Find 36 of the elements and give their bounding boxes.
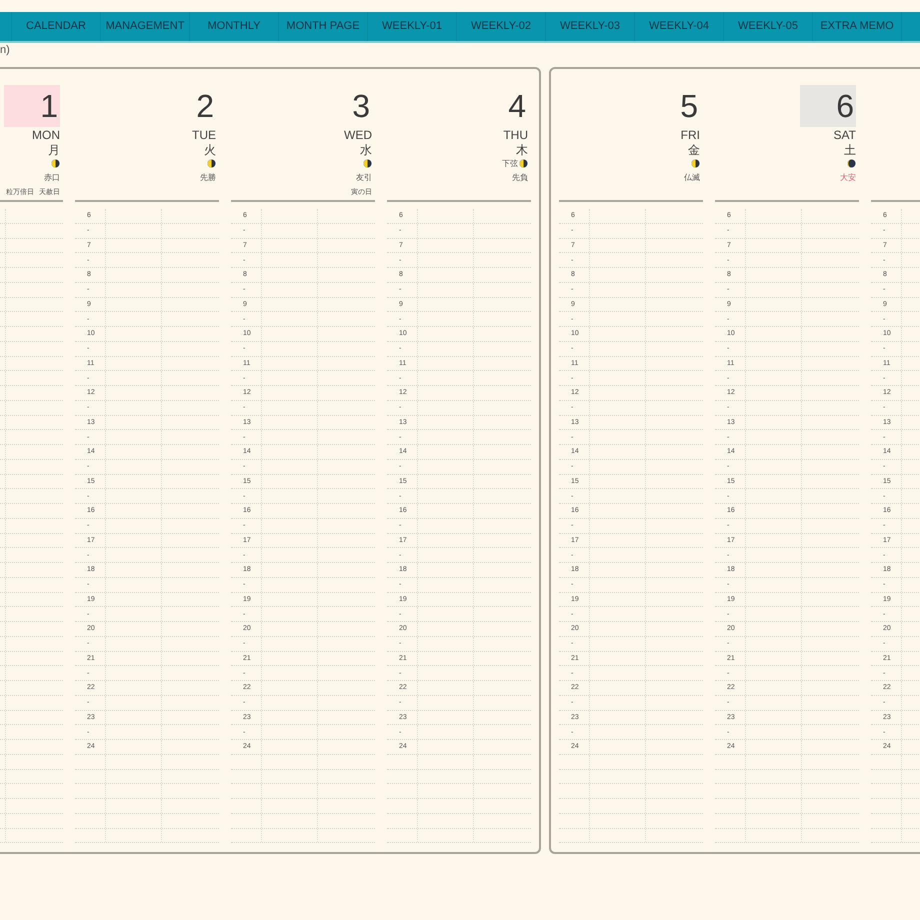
rokuyo-label: 大安	[840, 172, 856, 184]
nav-tab[interactable]: WEEKLY-03	[546, 12, 635, 41]
nav-tab[interactable]: MANAGEMENT	[101, 12, 190, 41]
date-number: 4	[507, 87, 527, 126]
weekday-kanji: 木	[516, 143, 528, 157]
nav-tab[interactable]: WEEKLY-04	[635, 12, 724, 41]
date-number: 6	[800, 85, 856, 127]
weekday-label: FRI	[680, 128, 700, 143]
weekday-label: THU	[503, 128, 528, 143]
nav-tab[interactable]: WEEKLY-02	[457, 12, 546, 41]
weekday-label: MON	[32, 128, 60, 143]
date-number: 3	[351, 87, 371, 126]
weekday-label: WED	[344, 128, 372, 143]
date-number: 5	[679, 87, 699, 126]
nav-tab[interactable]: WEEKLY-05	[724, 12, 813, 41]
rokuyo-label: 仏滅	[684, 172, 700, 184]
corner-text: n)	[0, 43, 10, 57]
weekday-label: SAT	[834, 128, 856, 143]
rokuyo-label: 赤口	[44, 172, 60, 184]
weekday-kanji: 火	[204, 143, 216, 157]
nav-tab[interactable]: MONTHLY	[190, 12, 279, 41]
rokuyo-label: 友引	[356, 172, 372, 184]
nav-tab[interactable]: EXTRA MEMO	[813, 12, 902, 41]
nav-tab[interactable]: WEEKLY-01	[368, 12, 457, 41]
weekday-label: TUE	[192, 128, 216, 143]
moon-phase-label: 下弦	[502, 158, 518, 170]
nav-tab[interactable]: MONTH PAGE	[279, 12, 368, 41]
weekday-kanji: 月	[48, 143, 60, 157]
weekday-kanji: 金	[688, 143, 700, 157]
weekday-kanji: 土	[844, 143, 856, 157]
nav-tab[interactable]: CALENDAR	[12, 12, 101, 41]
date-number: 1	[4, 85, 60, 127]
rokuyo-label: 先勝	[200, 172, 216, 184]
rokuyo-label: 先負	[512, 172, 528, 184]
date-number: 2	[195, 87, 215, 126]
weekday-kanji: 水	[360, 143, 372, 157]
